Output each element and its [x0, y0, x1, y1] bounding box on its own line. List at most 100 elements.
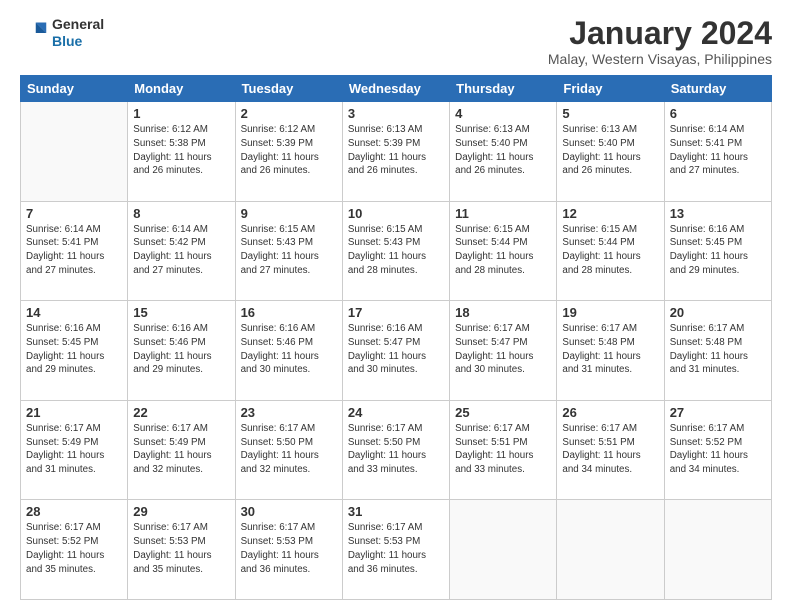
col-friday: Friday	[557, 76, 664, 102]
col-saturday: Saturday	[664, 76, 771, 102]
day-info: Sunrise: 6:17 AM Sunset: 5:51 PM Dayligh…	[562, 422, 658, 477]
day-info: Sunrise: 6:16 AM Sunset: 5:45 PM Dayligh…	[670, 223, 766, 278]
day-info: Sunrise: 6:14 AM Sunset: 5:42 PM Dayligh…	[133, 223, 229, 278]
day-number: 9	[241, 206, 337, 221]
calendar-row-3: 21 Sunrise: 6:17 AM Sunset: 5:49 PM Dayli…	[21, 400, 772, 500]
day-info: Sunrise: 6:13 AM Sunset: 5:40 PM Dayligh…	[455, 123, 551, 178]
calendar-header-row: Sunday Monday Tuesday Wednesday Thursday…	[21, 76, 772, 102]
day-number: 4	[455, 106, 551, 121]
col-thursday: Thursday	[450, 76, 557, 102]
calendar-cell: 28 Sunrise: 6:17 AM Sunset: 5:52 PM Dayli…	[21, 500, 128, 600]
calendar-cell: 3 Sunrise: 6:13 AM Sunset: 5:39 PM Daylig…	[342, 102, 449, 202]
day-info: Sunrise: 6:14 AM Sunset: 5:41 PM Dayligh…	[670, 123, 766, 178]
day-info: Sunrise: 6:17 AM Sunset: 5:50 PM Dayligh…	[241, 422, 337, 477]
day-number: 10	[348, 206, 444, 221]
day-info: Sunrise: 6:16 AM Sunset: 5:45 PM Dayligh…	[26, 322, 122, 377]
day-number: 5	[562, 106, 658, 121]
day-number: 15	[133, 305, 229, 320]
calendar-cell: 13 Sunrise: 6:16 AM Sunset: 5:45 PM Dayli…	[664, 201, 771, 301]
col-tuesday: Tuesday	[235, 76, 342, 102]
day-number: 7	[26, 206, 122, 221]
day-number: 13	[670, 206, 766, 221]
calendar-cell: 7 Sunrise: 6:14 AM Sunset: 5:41 PM Daylig…	[21, 201, 128, 301]
day-info: Sunrise: 6:14 AM Sunset: 5:41 PM Dayligh…	[26, 223, 122, 278]
day-number: 16	[241, 305, 337, 320]
subtitle: Malay, Western Visayas, Philippines	[548, 51, 772, 67]
day-info: Sunrise: 6:17 AM Sunset: 5:47 PM Dayligh…	[455, 322, 551, 377]
logo-text: General Blue	[52, 16, 104, 50]
day-info: Sunrise: 6:17 AM Sunset: 5:49 PM Dayligh…	[26, 422, 122, 477]
calendar-cell: 18 Sunrise: 6:17 AM Sunset: 5:47 PM Dayli…	[450, 301, 557, 401]
day-number: 31	[348, 504, 444, 519]
logo-general: General	[52, 16, 104, 32]
day-info: Sunrise: 6:17 AM Sunset: 5:53 PM Dayligh…	[241, 521, 337, 576]
calendar-cell: 22Sunrise: 6:17 AM Sunset: 5:49 PM Dayli…	[128, 400, 235, 500]
calendar-cell: 20Sunrise: 6:17 AM Sunset: 5:48 PM Dayli…	[664, 301, 771, 401]
calendar-cell: 1 Sunrise: 6:12 AM Sunset: 5:38 PM Daylig…	[128, 102, 235, 202]
day-number: 3	[348, 106, 444, 121]
day-info: Sunrise: 6:15 AM Sunset: 5:44 PM Dayligh…	[455, 223, 551, 278]
day-info: Sunrise: 6:13 AM Sunset: 5:40 PM Dayligh…	[562, 123, 658, 178]
page: General Blue January 2024 Malay, Western…	[0, 0, 792, 612]
day-info: Sunrise: 6:16 AM Sunset: 5:46 PM Dayligh…	[133, 322, 229, 377]
day-number: 23	[241, 405, 337, 420]
day-number: 14	[26, 305, 122, 320]
day-info: Sunrise: 6:17 AM Sunset: 5:51 PM Dayligh…	[455, 422, 551, 477]
calendar-row-1: 7 Sunrise: 6:14 AM Sunset: 5:41 PM Daylig…	[21, 201, 772, 301]
day-number: 19	[562, 305, 658, 320]
calendar-cell: 16Sunrise: 6:16 AM Sunset: 5:46 PM Dayli…	[235, 301, 342, 401]
logo-blue: Blue	[52, 33, 82, 49]
day-info: Sunrise: 6:15 AM Sunset: 5:44 PM Dayligh…	[562, 223, 658, 278]
day-number: 21	[26, 405, 122, 420]
calendar-cell: 12 Sunrise: 6:15 AM Sunset: 5:44 PM Dayli…	[557, 201, 664, 301]
day-number: 29	[133, 504, 229, 519]
day-info: Sunrise: 6:16 AM Sunset: 5:47 PM Dayligh…	[348, 322, 444, 377]
col-sunday: Sunday	[21, 76, 128, 102]
calendar-cell: 24 Sunrise: 6:17 AM Sunset: 5:50 PM Dayli…	[342, 400, 449, 500]
day-info: Sunrise: 6:17 AM Sunset: 5:53 PM Dayligh…	[348, 521, 444, 576]
logo: General Blue	[20, 16, 104, 50]
calendar-cell: 2Sunrise: 6:12 AM Sunset: 5:39 PM Daylig…	[235, 102, 342, 202]
day-info: Sunrise: 6:15 AM Sunset: 5:43 PM Dayligh…	[348, 223, 444, 278]
main-title: January 2024	[548, 16, 772, 51]
calendar-cell: 4 Sunrise: 6:13 AM Sunset: 5:40 PM Daylig…	[450, 102, 557, 202]
calendar-cell: 8 Sunrise: 6:14 AM Sunset: 5:42 PM Daylig…	[128, 201, 235, 301]
day-number: 2	[241, 106, 337, 121]
calendar-cell: 29 Sunrise: 6:17 AM Sunset: 5:53 PM Dayli…	[128, 500, 235, 600]
day-info: Sunrise: 6:17 AM Sunset: 5:52 PM Dayligh…	[26, 521, 122, 576]
calendar-cell: 30Sunrise: 6:17 AM Sunset: 5:53 PM Dayli…	[235, 500, 342, 600]
calendar-cell: 5 Sunrise: 6:13 AM Sunset: 5:40 PM Daylig…	[557, 102, 664, 202]
day-number: 28	[26, 504, 122, 519]
day-number: 6	[670, 106, 766, 121]
day-number: 20	[670, 305, 766, 320]
calendar-cell	[557, 500, 664, 600]
day-number: 17	[348, 305, 444, 320]
calendar-cell	[450, 500, 557, 600]
calendar-cell	[21, 102, 128, 202]
day-number: 24	[348, 405, 444, 420]
day-info: Sunrise: 6:12 AM Sunset: 5:38 PM Dayligh…	[133, 123, 229, 178]
logo-icon	[20, 19, 48, 47]
day-number: 12	[562, 206, 658, 221]
day-info: Sunrise: 6:17 AM Sunset: 5:48 PM Dayligh…	[562, 322, 658, 377]
calendar-cell: 23 Sunrise: 6:17 AM Sunset: 5:50 PM Dayli…	[235, 400, 342, 500]
day-info: Sunrise: 6:17 AM Sunset: 5:50 PM Dayligh…	[348, 422, 444, 477]
day-number: 1	[133, 106, 229, 121]
calendar: Sunday Monday Tuesday Wednesday Thursday…	[20, 75, 772, 600]
day-number: 25	[455, 405, 551, 420]
calendar-cell: 25 Sunrise: 6:17 AM Sunset: 5:51 PM Dayli…	[450, 400, 557, 500]
calendar-cell: 26 Sunrise: 6:17 AM Sunset: 5:51 PM Dayli…	[557, 400, 664, 500]
day-number: 22	[133, 405, 229, 420]
day-number: 8	[133, 206, 229, 221]
calendar-cell: 31 Sunrise: 6:17 AM Sunset: 5:53 PM Dayli…	[342, 500, 449, 600]
day-info: Sunrise: 6:17 AM Sunset: 5:53 PM Dayligh…	[133, 521, 229, 576]
day-info: Sunrise: 6:17 AM Sunset: 5:52 PM Dayligh…	[670, 422, 766, 477]
calendar-cell: 15 Sunrise: 6:16 AM Sunset: 5:46 PM Dayli…	[128, 301, 235, 401]
day-number: 18	[455, 305, 551, 320]
header: General Blue January 2024 Malay, Western…	[20, 16, 772, 67]
calendar-row-0: 1 Sunrise: 6:12 AM Sunset: 5:38 PM Daylig…	[21, 102, 772, 202]
day-info: Sunrise: 6:13 AM Sunset: 5:39 PM Dayligh…	[348, 123, 444, 178]
day-number: 26	[562, 405, 658, 420]
calendar-cell: 17 Sunrise: 6:16 AM Sunset: 5:47 PM Dayli…	[342, 301, 449, 401]
col-wednesday: Wednesday	[342, 76, 449, 102]
